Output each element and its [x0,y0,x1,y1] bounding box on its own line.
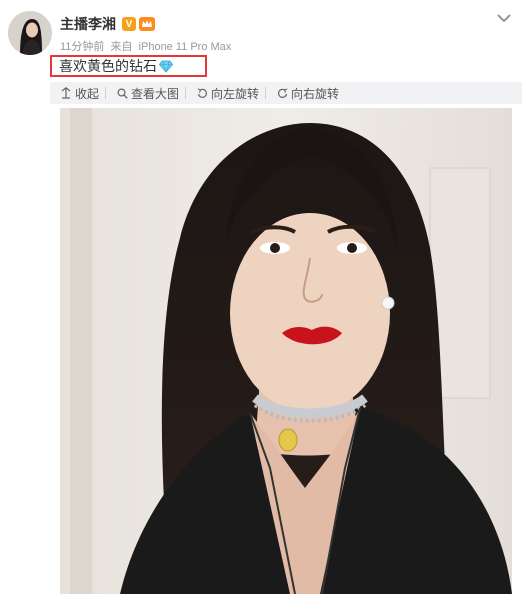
post-meta: 11分钟前 来自 iPhone 11 Pro Max [60,38,234,54]
avatar[interactable] [8,11,52,55]
rotate-left-label: 向左旋转 [211,86,260,101]
image-toolbar: 收起 查看大图 向左旋转 向右旋转 [50,82,522,104]
toolbar-separator [265,87,267,99]
post-text-content: 喜欢黄色的钻石 [59,58,157,74]
toolbar-separator [185,87,187,99]
search-icon [116,87,128,99]
rotate-right-label: 向右旋转 [291,86,340,101]
source-device: iPhone 11 Pro Max [138,41,232,53]
diamond-icon [159,60,173,73]
author-row: 主播李湘 V [60,13,155,35]
post-timestamp[interactable]: 11分钟前 [60,41,104,53]
username-link[interactable]: 主播李湘 [60,14,116,34]
verified-badge-icon[interactable]: V [122,17,136,31]
chevron-down-icon[interactable] [496,12,512,24]
source-prefix: 来自 [110,41,133,53]
collapse-button[interactable]: 收起 [60,85,99,102]
rotate-left-icon [196,87,208,99]
post-image[interactable] [60,108,512,594]
view-large-button[interactable]: 查看大图 [116,85,179,102]
post-text: 喜欢黄色的钻石 [59,57,173,75]
rotate-right-button[interactable]: 向右旋转 [276,85,339,102]
rotate-right-icon [276,87,288,99]
view-large-label: 查看大图 [131,86,180,101]
vip-crown-icon[interactable] [139,17,155,31]
toolbar-separator [105,87,107,99]
collapse-label: 收起 [75,86,100,101]
collapse-up-icon [60,87,72,99]
rotate-left-button[interactable]: 向左旋转 [196,85,259,102]
